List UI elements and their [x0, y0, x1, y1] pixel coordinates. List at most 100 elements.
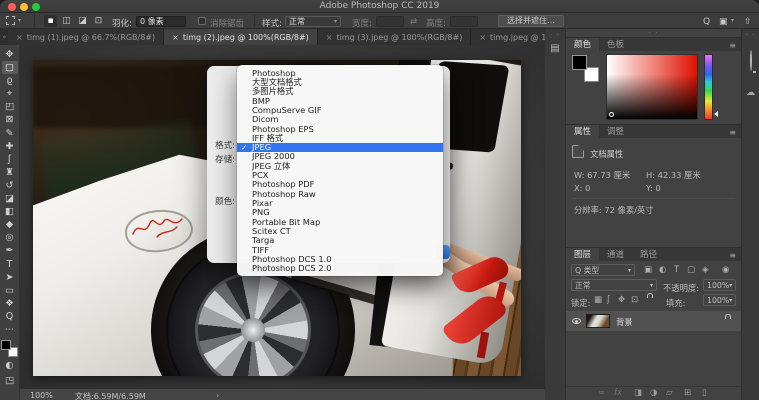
foreground-background-swatches[interactable] [572, 55, 599, 82]
layer-row-background[interactable]: 背景 [566, 311, 741, 331]
lock-paint-icon[interactable]: ʃ [607, 294, 610, 306]
intersect-selection-icon[interactable]: ⊡ [92, 15, 105, 27]
path-selection-tool[interactable]: ➤ [2, 271, 18, 284]
dock-drag-dots[interactable]: · · [566, 30, 741, 37]
edit-toolbar-button[interactable]: ⋯ [2, 323, 18, 336]
tab-swatches[interactable]: 色板 [599, 38, 632, 51]
layer-effects-icon[interactable]: fx [614, 388, 622, 398]
frame-tool[interactable]: ⊠ [2, 113, 18, 126]
blend-mode-select[interactable]: 正常 ▾ [571, 279, 657, 291]
cloud-sync-icon[interactable]: ☁ [742, 88, 759, 98]
tab-paths[interactable]: 路径 [632, 248, 665, 261]
panel-menu-icon[interactable]: ≡ [729, 128, 736, 137]
document-tab[interactable]: × timg (3).jpeg @ 100%(RGB/8#) [318, 29, 472, 45]
workspace-arrow-icon[interactable]: ▾ [731, 17, 734, 24]
format-menu-item[interactable]: Photoshop PDF [237, 180, 443, 189]
foreground-color-swatch[interactable] [1, 340, 11, 350]
filter-pixel-layers-icon[interactable]: ▣ [644, 264, 652, 276]
healing-brush-tool[interactable]: ✚ [2, 140, 18, 153]
zoom-level[interactable]: 100% [30, 391, 53, 400]
format-menu-item[interactable]: IFF 格式 [237, 133, 443, 142]
tab-close-icon[interactable]: × [479, 33, 486, 42]
libraries-panel-icon[interactable]: ▤ [545, 43, 565, 54]
format-menu-item[interactable]: Dicom [237, 115, 443, 124]
lock-transparent-icon[interactable]: ▦ [594, 294, 602, 306]
foreground-color-swatch[interactable] [572, 55, 587, 70]
width-input[interactable] [376, 16, 404, 27]
filter-adjustment-layers-icon[interactable]: ◐ [659, 264, 666, 276]
document-tab[interactable]: × timg (2).jpeg @ 100%(RGB/8#) [164, 29, 318, 45]
canvas-area[interactable]: 格式: 存储: 颜色: Photoshop 大型文档格式 多图片格式 BMP [20, 45, 545, 400]
quick-mask-icon[interactable]: ◐ [2, 359, 18, 372]
tab-close-icon[interactable]: × [16, 33, 23, 42]
object-selection-tool[interactable]: ⌖ [2, 87, 18, 100]
hand-tool[interactable]: ❖ [2, 297, 18, 310]
share-icon[interactable]: ⇧ [744, 17, 752, 27]
format-menu-item[interactable]: Targa [237, 236, 443, 245]
clone-stamp-tool[interactable]: ♜ [2, 166, 18, 179]
hue-slider[interactable] [704, 54, 713, 120]
format-menu-item[interactable]: CompuServe GIF [237, 105, 443, 114]
workspace-icon[interactable]: ▣ [719, 17, 728, 27]
collapse-tools-icon[interactable]: » [2, 33, 6, 41]
lock-position-icon[interactable]: ✥ [618, 294, 625, 306]
format-menu-item[interactable]: Scitex CT [237, 226, 443, 235]
gradient-tool[interactable]: ◧ [2, 205, 18, 218]
tab-adjustments[interactable]: 调整 [599, 125, 632, 138]
color-cursor[interactable] [609, 112, 614, 117]
new-selection-icon[interactable]: ▪ [44, 15, 57, 27]
format-menu-item[interactable]: Photoshop DCS 2.0 [237, 264, 443, 273]
format-menu-item[interactable]: PCX [237, 170, 443, 179]
status-chevron-icon[interactable]: › [216, 391, 219, 400]
type-tool[interactable]: T [2, 258, 18, 271]
document-tab[interactable]: × timg (1).jpeg @ 66.7%(RGB/8#) [8, 29, 164, 45]
eyedropper-tool[interactable]: ✎ [2, 127, 18, 140]
tab-properties[interactable]: 属性 [566, 125, 599, 138]
eraser-tool[interactable]: ◪ [2, 192, 18, 205]
add-mask-icon[interactable]: ◨ [634, 388, 642, 398]
rectangular-marquee-tool[interactable]: ▢ [2, 61, 18, 74]
format-menu-item[interactable]: BMP [237, 96, 443, 105]
filter-toggle-icon[interactable]: ◉ [722, 264, 729, 276]
format-menu-item[interactable]: PNG [237, 208, 443, 217]
tab-channels[interactable]: 通道 [599, 248, 632, 261]
filter-type-layers-icon[interactable]: T [674, 264, 679, 276]
dock-drag-dots[interactable]: · · [545, 32, 565, 39]
format-menu-item[interactable]: Portable Bit Map [237, 217, 443, 226]
layer-thumbnail[interactable] [586, 314, 610, 328]
subtract-selection-icon[interactable]: ◪ [76, 15, 89, 27]
fill-select[interactable]: 100% ▾ [703, 294, 736, 306]
crop-tool[interactable]: ◰ [2, 100, 18, 113]
swap-dimensions-icon[interactable]: ⇄ [410, 17, 417, 27]
search-icon[interactable]: Q [703, 17, 710, 27]
new-group-icon[interactable]: ▱ [666, 388, 673, 398]
shape-tool[interactable]: ▭ [2, 284, 18, 297]
adjustment-layer-icon[interactable]: ◑ [650, 388, 657, 398]
screen-mode-icon[interactable]: ◳ [2, 374, 18, 387]
feather-input[interactable]: 0 像素 [136, 16, 186, 27]
dock-drag-dots[interactable]: · · [742, 32, 759, 39]
style-select[interactable]: 正常▾ [285, 16, 341, 27]
foreground-background-swatches[interactable] [1, 340, 18, 357]
move-tool[interactable]: ✥ [2, 48, 18, 61]
dodge-tool[interactable]: ◎ [2, 231, 18, 244]
layer-visibility-icon[interactable] [572, 318, 581, 324]
format-menu-item[interactable]: Pixar [237, 198, 443, 207]
lasso-tool[interactable]: ϱ [2, 74, 18, 87]
new-layer-icon[interactable]: ⊞ [684, 388, 691, 398]
format-menu-item[interactable]: Photoshop DCS 1.0 [237, 254, 443, 263]
zoom-tool[interactable]: Q [2, 310, 18, 323]
blur-tool[interactable]: ◆ [2, 218, 18, 231]
format-menu-item[interactable]: 多图片格式 [237, 87, 443, 96]
format-menu-item[interactable]: Photoshop Raw [237, 189, 443, 198]
filter-shape-layers-icon[interactable]: ▢ [687, 264, 695, 276]
filter-smart-object-icon[interactable]: ◈ [702, 264, 709, 276]
panel-menu-icon[interactable]: ≡ [729, 41, 736, 50]
format-menu-item[interactable]: ✓ JPEG [237, 143, 443, 152]
layer-filter-select[interactable]: Q 类型 ▾ [571, 264, 635, 276]
tab-layers[interactable]: 图层 [566, 248, 599, 261]
tab-close-icon[interactable]: × [172, 33, 179, 42]
delete-layer-icon[interactable]: ▯ [702, 388, 707, 398]
lock-artboard-icon[interactable]: ⊡ [631, 294, 638, 306]
format-menu-item[interactable]: JPEG 立体 [237, 161, 443, 170]
